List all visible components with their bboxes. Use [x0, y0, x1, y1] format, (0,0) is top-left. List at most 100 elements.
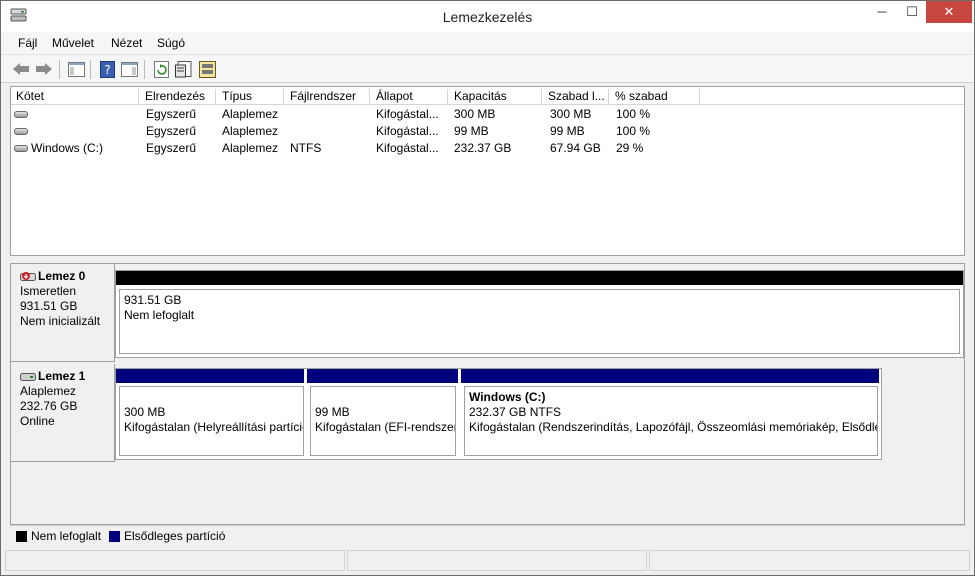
partition-status: Nem lefoglalt — [124, 308, 195, 322]
percent-free-cell: 29 % — [616, 141, 644, 155]
minimize-button[interactable]: ─ — [865, 1, 899, 23]
table-row[interactable]: Egyszerű Alaplemez Kifogástal... 300 MB … — [11, 106, 964, 123]
legend-label: Elsődleges partíció — [124, 529, 226, 543]
percent-free-cell: 100 % — [616, 107, 651, 121]
console-tree-icon[interactable] — [67, 60, 85, 78]
column-header-layout[interactable]: Elrendezés — [140, 89, 216, 105]
disk-1-state: Online — [20, 414, 55, 428]
svg-text:?: ? — [104, 63, 110, 77]
table-row[interactable]: Egyszerű Alaplemez Kifogástal... 99 MB 9… — [11, 123, 964, 140]
help-icon[interactable]: ? — [98, 60, 116, 78]
close-button[interactable]: ✕ — [926, 1, 972, 23]
partition-details: 931.51 GB Nem lefoglalt — [119, 289, 960, 354]
free-space-cell: 300 MB — [550, 107, 592, 121]
partition[interactable]: 99 MB Kifogástalan (EFI-rendszerpartíció… — [307, 369, 458, 459]
status-pane — [347, 550, 647, 571]
partition[interactable]: 931.51 GB Nem lefoglalt — [116, 271, 963, 357]
disk-0-size: 931.51 GB — [20, 299, 78, 313]
menu-action[interactable]: Művelet — [52, 36, 94, 50]
volume-cell — [14, 107, 139, 121]
action-pane-icon[interactable] — [120, 60, 138, 78]
table-row[interactable]: Windows (C:) Egyszerű Alaplemez NTFS Kif… — [11, 140, 964, 157]
partition[interactable]: Windows (C:) 232.37 GB NTFS Kifogástalan… — [461, 369, 881, 459]
partition-details: 300 MB Kifogástalan (Helyreállítási part… — [119, 386, 304, 456]
layout-cell: Egyszerű — [146, 107, 197, 121]
partition-size: 931.51 GB — [124, 293, 182, 307]
status-cell: Kifogástal... — [376, 141, 439, 155]
disk-0-partitions: 931.51 GB Nem lefoglalt — [115, 270, 964, 358]
status-bar — [1, 547, 974, 575]
legend: Nem lefoglalt Elsődleges partíció — [10, 525, 965, 545]
legend-swatch — [109, 530, 120, 542]
partition[interactable]: 300 MB Kifogástalan (Helyreállítási part… — [116, 369, 306, 459]
percent-free-cell: 100 % — [616, 124, 651, 138]
partition-color-bar — [461, 369, 879, 383]
disk-1-size: 232.76 GB — [20, 399, 78, 413]
partition-status: Kifogástalan (Rendszerindítás, Lapozófáj… — [469, 420, 877, 434]
window-title: Lemezkezelés — [442, 9, 533, 25]
toolbar: ? — [1, 54, 974, 83]
status-pane — [5, 550, 345, 571]
volume-drive-icon — [14, 111, 28, 119]
column-header-type[interactable]: Típus — [217, 89, 284, 105]
toolbar-separator — [144, 60, 145, 79]
menu-file[interactable]: Fájl — [18, 36, 37, 50]
layout-cell: Egyszerű — [146, 124, 197, 138]
partition-color-bar — [307, 369, 458, 383]
free-space-cell: 67.94 GB — [550, 141, 601, 155]
disk-management-window: Lemezkezelés ─ ☐ ✕ Fájl Művelet Nézet Sú… — [0, 0, 975, 576]
properties-icon[interactable] — [174, 60, 192, 78]
disk-drive-icon — [20, 371, 36, 382]
volume-drive-icon — [14, 128, 28, 136]
title-bar: Lemezkezelés ─ ☐ ✕ — [1, 1, 974, 32]
volume-cell — [14, 124, 139, 138]
column-header-free-space[interactable]: Szabad l... — [543, 89, 609, 105]
volume-drive-icon — [14, 145, 28, 153]
disk-1-partitions: 300 MB Kifogástalan (Helyreállítási part… — [115, 368, 882, 460]
status-cell: Kifogástal... — [376, 107, 439, 121]
back-arrow-icon[interactable] — [12, 60, 30, 78]
column-header-filesystem[interactable]: Fájlrendszer — [285, 89, 370, 105]
status-cell: Kifogástal... — [376, 124, 439, 138]
disk-0-name: Lemez 0 — [38, 269, 86, 283]
status-pane — [649, 550, 970, 571]
capacity-cell: 300 MB — [454, 107, 496, 121]
refresh-icon[interactable] — [152, 60, 170, 78]
partition-details: 99 MB Kifogástalan (EFI-rendszerpartíció… — [310, 386, 456, 456]
partition-status: Kifogástalan (EFI-rendszerpartíció) — [315, 420, 455, 434]
disk-view: Lemez 0 Ismeretlen 931.51 GB Nem inicial… — [10, 263, 965, 525]
menu-help[interactable]: Súgó — [157, 36, 185, 50]
rescan-icon[interactable] — [198, 60, 216, 78]
maximize-button[interactable]: ☐ — [899, 1, 925, 23]
volume-cell: Windows (C:) — [14, 141, 139, 155]
partition-size: 232.37 GB NTFS — [469, 405, 562, 419]
type-cell: Alaplemez — [222, 107, 279, 121]
partition-status: Kifogástalan (Helyreállítási partíció) — [124, 420, 304, 434]
volume-list: Kötet Elrendezés Típus Fájlrendszer Álla… — [10, 86, 965, 256]
column-header-status[interactable]: Állapot — [371, 89, 448, 105]
column-header-capacity[interactable]: Kapacitás — [449, 89, 542, 105]
partition-title: Windows (C:) — [469, 390, 546, 404]
legend-item: Nem lefoglalt — [16, 529, 101, 543]
free-space-cell: 99 MB — [550, 124, 585, 138]
disk-error-icon — [20, 271, 36, 282]
column-header-percent-free[interactable]: % szabad — [610, 89, 700, 105]
capacity-cell: 99 MB — [454, 124, 489, 138]
partition-color-bar — [116, 271, 963, 285]
disk-0-label[interactable]: Lemez 0 Ismeretlen 931.51 GB Nem inicial… — [11, 264, 115, 362]
partition-size: 99 MB — [315, 405, 350, 419]
disk-1-label[interactable]: Lemez 1 Alaplemez 232.76 GB Online — [11, 364, 115, 462]
type-cell: Alaplemez — [222, 124, 279, 138]
legend-label: Nem lefoglalt — [31, 529, 102, 543]
partition-title — [315, 390, 455, 405]
menu-view[interactable]: Nézet — [111, 36, 142, 50]
partition-details: Windows (C:) 232.37 GB NTFS Kifogástalan… — [464, 386, 878, 456]
partition-title — [124, 390, 303, 405]
filesystem-cell: NTFS — [290, 141, 322, 155]
type-cell: Alaplemez — [222, 141, 279, 155]
forward-arrow-icon[interactable] — [35, 60, 53, 78]
partition-size: 300 MB — [124, 405, 166, 419]
disk-1-name: Lemez 1 — [38, 369, 86, 383]
menu-bar: Fájl Művelet Nézet Súgó — [1, 32, 974, 54]
column-header-volume[interactable]: Kötet — [11, 89, 139, 105]
